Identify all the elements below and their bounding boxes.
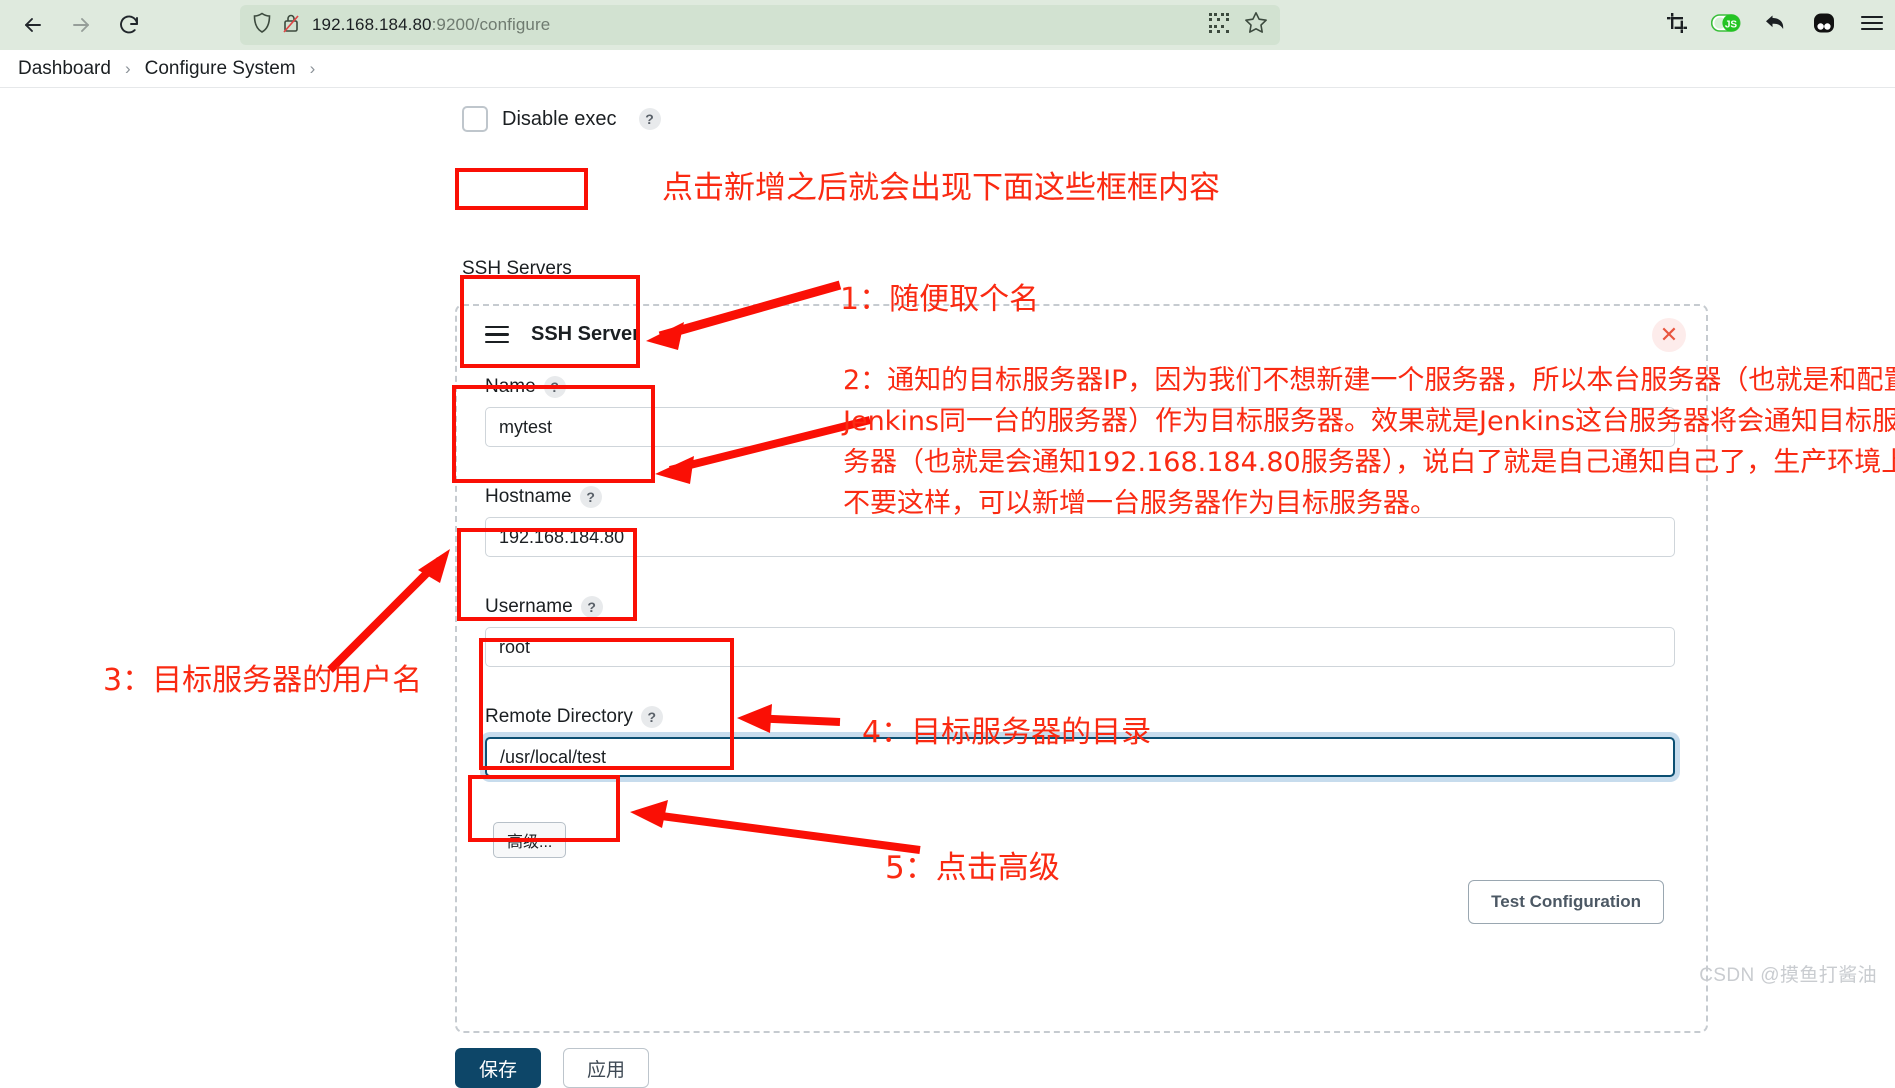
configure-system-page: Disable exec ? SSH Servers SSH Server ✕ … bbox=[0, 88, 1895, 1088]
disable-exec-label: Disable exec bbox=[502, 107, 617, 130]
browser-toolbar: 192.168.184.80:9200/configure JS bbox=[0, 0, 1895, 50]
address-bar-actions bbox=[1208, 11, 1268, 39]
reload-icon[interactable] bbox=[108, 4, 150, 46]
field-remote-directory-label: Remote Directory bbox=[485, 706, 633, 727]
drag-handle-icon[interactable] bbox=[485, 325, 509, 344]
advanced-button[interactable]: 高级... bbox=[493, 822, 567, 858]
breadcrumb-item-dashboard[interactable]: Dashboard bbox=[18, 58, 111, 80]
apply-button[interactable]: 应用 bbox=[563, 1048, 649, 1088]
shield-icon[interactable] bbox=[252, 12, 272, 39]
field-username-label: Username bbox=[485, 596, 573, 617]
qr-code-icon[interactable] bbox=[1208, 12, 1230, 39]
crop-icon[interactable] bbox=[1665, 11, 1689, 40]
field-hostname-label-row: Hostname ? bbox=[485, 486, 1675, 508]
help-icon[interactable]: ? bbox=[579, 486, 602, 508]
field-hostname-label: Hostname bbox=[485, 486, 572, 507]
help-icon[interactable]: ? bbox=[580, 596, 603, 618]
disable-exec-row: Disable exec ? bbox=[462, 106, 661, 132]
help-icon[interactable]: ? bbox=[640, 706, 663, 728]
browser-extension-icons: JS bbox=[1665, 6, 1885, 44]
svg-text:JS: JS bbox=[1725, 19, 1738, 30]
help-icon[interactable]: ? bbox=[638, 108, 661, 130]
field-remote-directory: Remote Directory ? bbox=[485, 706, 1675, 777]
watermark: CSDN @摸鱼打酱油 bbox=[1699, 965, 1877, 986]
username-input[interactable] bbox=[485, 627, 1675, 667]
field-username-label-row: Username ? bbox=[485, 596, 1675, 618]
field-remote-directory-label-row: Remote Directory ? bbox=[485, 706, 1675, 728]
ssh-server-title: SSH Server bbox=[531, 323, 640, 345]
ssh-server-entry: SSH Server ✕ Name ? Hostname ? Username … bbox=[455, 304, 1708, 1033]
field-name-label: Name bbox=[485, 376, 536, 397]
breadcrumb: Dashboard › Configure System › bbox=[0, 50, 1895, 87]
address-bar[interactable]: 192.168.184.80:9200/configure bbox=[240, 5, 1280, 45]
field-name: Name ? bbox=[485, 376, 1675, 447]
disable-exec-checkbox[interactable] bbox=[462, 106, 488, 132]
close-icon[interactable]: ✕ bbox=[1652, 318, 1686, 352]
help-icon[interactable]: ? bbox=[543, 376, 566, 398]
test-configuration-button[interactable]: Test Configuration bbox=[1468, 880, 1664, 924]
breadcrumb-item-configure-system[interactable]: Configure System bbox=[145, 58, 296, 80]
url-text: 192.168.184.80:9200/configure bbox=[312, 15, 551, 34]
breadcrumb-separator: › bbox=[124, 58, 131, 78]
menu-icon[interactable] bbox=[1859, 12, 1885, 39]
forward-icon bbox=[60, 4, 102, 46]
ssh-server-entry-header: SSH Server bbox=[485, 323, 640, 346]
back-icon[interactable] bbox=[12, 4, 54, 46]
save-button[interactable]: 保存 bbox=[455, 1048, 541, 1088]
form-actions: 保存 应用 bbox=[455, 1048, 649, 1088]
navigation-buttons bbox=[12, 4, 150, 46]
field-name-label-row: Name ? bbox=[485, 376, 1675, 398]
field-username: Username ? bbox=[485, 596, 1675, 667]
lock-broken-icon[interactable] bbox=[282, 12, 300, 39]
field-hostname: Hostname ? bbox=[485, 486, 1675, 557]
javascript-toggle-icon[interactable]: JS bbox=[1710, 13, 1741, 38]
ssh-servers-section-label: SSH Servers bbox=[462, 258, 572, 279]
star-icon[interactable] bbox=[1244, 11, 1268, 39]
remote-directory-input[interactable] bbox=[485, 737, 1675, 777]
address-bar-icons bbox=[252, 12, 300, 39]
undo-arrow-icon[interactable] bbox=[1763, 11, 1789, 40]
name-input[interactable] bbox=[485, 407, 1675, 447]
hostname-input[interactable] bbox=[485, 517, 1675, 557]
dark-reader-icon[interactable] bbox=[1811, 11, 1837, 40]
breadcrumb-separator-2: › bbox=[309, 58, 316, 78]
